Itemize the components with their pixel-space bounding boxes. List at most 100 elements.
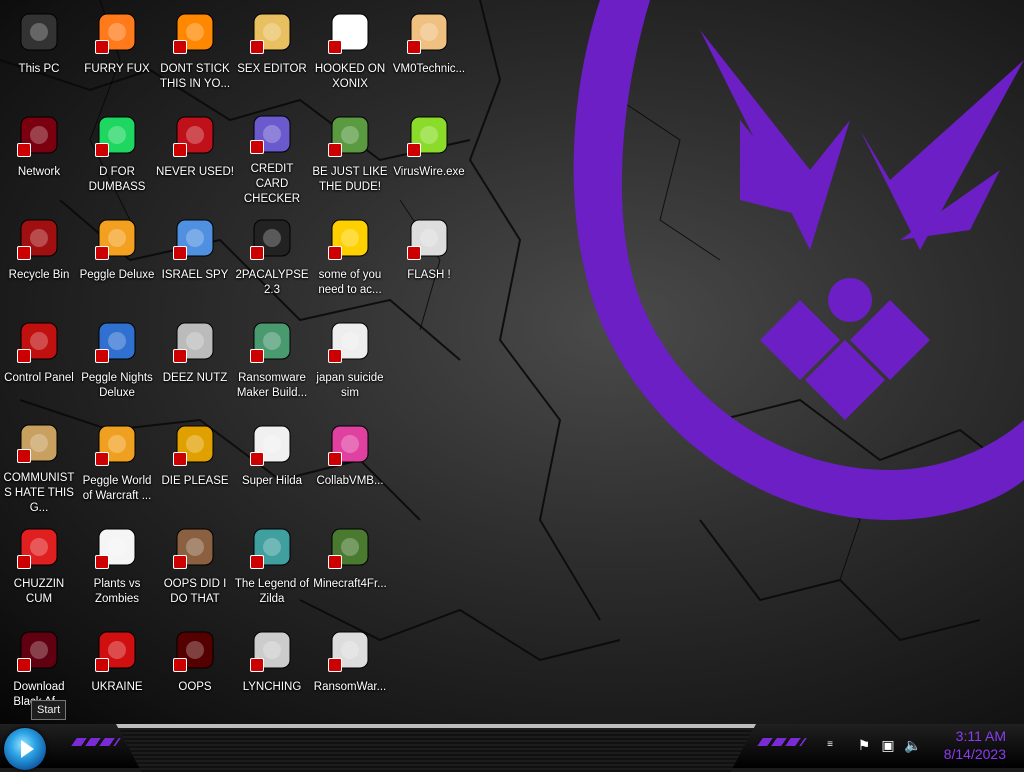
desktop-icon[interactable]: CHUZZIN CUM: [0, 519, 78, 619]
desktop-icon-label: OOPS DID I DO THAT: [163, 578, 227, 605]
desktop-icon[interactable]: Minecraft4Fr...: [311, 519, 389, 619]
monitor-icon: [326, 420, 374, 468]
portrait-icon: [171, 523, 219, 571]
desktop-icon[interactable]: OOPS: [156, 622, 234, 722]
flower-icon: [93, 523, 141, 571]
ransomware-icon: [248, 317, 296, 365]
money-bag-icon: [15, 420, 63, 465]
shortcut-arrow-icon: [95, 349, 109, 363]
start-tooltip: Start: [31, 700, 67, 720]
shortcut-arrow-icon: [250, 40, 264, 54]
desktop-icon[interactable]: Network: [0, 107, 78, 207]
dog-icon: [326, 214, 374, 262]
shortcut-arrow-icon: [17, 658, 31, 672]
peggle-wow-icon: [93, 420, 141, 468]
desktop-icon[interactable]: BE JUST LIKE THE DUDE!: [311, 107, 389, 207]
taskbar-app-area[interactable]: [116, 724, 756, 772]
desktop-icon[interactable]: DIE PLEASE: [156, 416, 234, 516]
pixel-cat-icon: [248, 420, 296, 468]
shortcut-arrow-icon: [95, 452, 109, 466]
chuzzle-icon: [15, 523, 63, 571]
desktop-icon[interactable]: some of you need to ac...: [311, 210, 389, 310]
desktop-icon[interactable]: This PC: [0, 4, 78, 104]
desktop-icon-label: VirusWire.exe: [393, 166, 465, 178]
desktop-icon-label: Super Hilda: [241, 475, 303, 487]
purple-emblem: [573, 0, 1024, 520]
desktop-icon[interactable]: VM0Technic...: [390, 4, 468, 104]
shortcut-arrow-icon: [407, 143, 421, 157]
desktop-icon[interactable]: COMMUNISTS HATE THIS G...: [0, 416, 78, 516]
shortcut-arrow-icon: [17, 449, 31, 463]
desktop-icon[interactable]: The Legend of Zilda: [233, 519, 311, 619]
desktop-icon[interactable]: HOOKED ON XONIX: [311, 4, 389, 104]
desktop-icon[interactable]: Control Panel: [0, 313, 78, 413]
desktop-icon[interactable]: FURRY FUX: [78, 4, 156, 104]
shortcut-arrow-icon: [250, 555, 264, 569]
desktop-icon[interactable]: SEX EDITOR: [233, 4, 311, 104]
desktop-icon-label: RansomWar...: [313, 681, 387, 693]
desktop-icon[interactable]: VirusWire.exe: [390, 107, 468, 207]
xonix-icon: [326, 8, 374, 56]
shortcut-arrow-icon: [173, 40, 187, 54]
desktop-icon-label: Recycle Bin: [8, 269, 70, 281]
shortcut-arrow-icon: [95, 246, 109, 260]
shortcut-arrow-icon: [250, 140, 264, 154]
desktop-icon[interactable]: RansomWar...: [311, 622, 389, 722]
flash-icon: [405, 214, 453, 262]
desktop-icon-label: CREDIT CARD CHECKER: [243, 163, 301, 205]
desktop-icon[interactable]: DEEZ NUTZ: [156, 313, 234, 413]
shortcut-arrow-icon: [250, 349, 264, 363]
shortcut-arrow-icon: [17, 555, 31, 569]
desktop-icon[interactable]: Peggle Deluxe: [78, 210, 156, 310]
desktop-icon-label: SEX EDITOR: [237, 63, 307, 75]
taskbar-accent-right: [757, 738, 807, 746]
desktop-icon[interactable]: CollabVMB...: [311, 416, 389, 516]
desktop-icon-label: ISRAEL SPY: [161, 269, 229, 281]
volume-icon[interactable]: 🔈: [904, 737, 921, 753]
desktop-icon[interactable]: Peggle World of Warcraft ...: [78, 416, 156, 516]
network-tray-icon[interactable]: ▣: [880, 737, 896, 753]
desktop-icon[interactable]: D FOR DUMBASS: [78, 107, 156, 207]
pixel-hero-icon: [248, 523, 296, 571]
desktop-icon[interactable]: Peggle Nights Deluxe: [78, 313, 156, 413]
desktop-icon-label: DIE PLEASE: [161, 475, 229, 487]
spotify-icon: [93, 111, 141, 159]
shortcut-arrow-icon: [173, 143, 187, 157]
desktop-icon[interactable]: NEVER USED!: [156, 107, 234, 207]
taskbar-accent-left: [71, 738, 121, 746]
vlc-icon: [171, 8, 219, 56]
peggle-nights-icon: [93, 317, 141, 365]
desktop-icon-label: NEVER USED!: [156, 166, 234, 178]
terminal-icon: [248, 214, 296, 262]
desktop-icon[interactable]: 2PACALYPSE 2.3: [233, 210, 311, 310]
desktop-icon[interactable]: UKRAINE: [78, 622, 156, 722]
show-hidden-icons-icon[interactable]: ≡: [822, 737, 838, 753]
taskbar-clock[interactable]: 3:11 AM 8/14/2023: [944, 727, 1006, 763]
shortcut-arrow-icon: [407, 40, 421, 54]
desktop-icon-label: Peggle Deluxe: [79, 269, 155, 281]
desktop-icon-label: CollabVMB...: [316, 475, 384, 487]
grass-block-icon: [326, 523, 374, 571]
desktop-icon-label: This PC: [18, 63, 60, 75]
desktop-icon[interactable]: FLASH !: [390, 210, 468, 310]
desktop-icon[interactable]: ISRAEL SPY: [156, 210, 234, 310]
flag-icon[interactable]: ⚑: [856, 737, 872, 753]
shortcut-arrow-icon: [95, 40, 109, 54]
desktop-icon-label: Network: [17, 166, 61, 178]
start-button[interactable]: [4, 728, 46, 770]
clock-date: 8/14/2023: [943, 746, 1006, 762]
shortcut-arrow-icon: [328, 246, 342, 260]
desktop-icon[interactable]: DONT STICK THIS IN YO...: [156, 4, 234, 104]
desktop-icon[interactable]: japan suicide sim: [311, 313, 389, 413]
desktop-icon[interactable]: OOPS DID I DO THAT: [156, 519, 234, 619]
desktop-icon[interactable]: Recycle Bin: [0, 210, 78, 310]
desktop-icon[interactable]: LYNCHING: [233, 622, 311, 722]
desktop-icon[interactable]: Ransomware Maker Build...: [233, 313, 311, 413]
desktop-icon-label: Control Panel: [4, 372, 74, 384]
shortcut-arrow-icon: [328, 349, 342, 363]
shortcut-arrow-icon: [407, 246, 421, 260]
desktop-icon[interactable]: Plants vs Zombies: [78, 519, 156, 619]
desktop-icon-label: D FOR DUMBASS: [88, 166, 146, 193]
desktop-icon[interactable]: Super Hilda: [233, 416, 311, 516]
desktop-icon[interactable]: CREDIT CARD CHECKER: [233, 107, 311, 207]
